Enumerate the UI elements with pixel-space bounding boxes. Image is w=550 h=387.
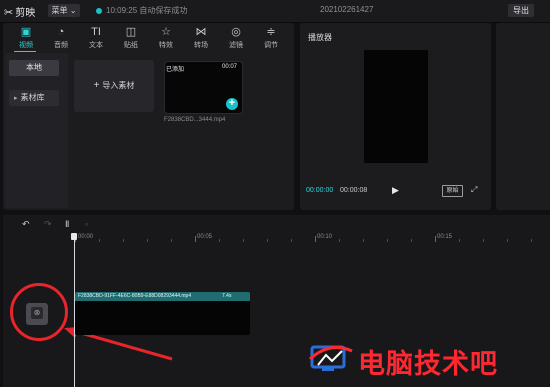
import-label: 导入素材: [102, 81, 135, 90]
tab-label: 贴纸: [124, 42, 138, 49]
import-media-button[interactable]: + 导入素材: [74, 60, 154, 112]
ruler-tick: [507, 239, 508, 242]
added-badge: 已添加: [166, 67, 185, 73]
tab-audio[interactable]: ◔ 音频: [46, 25, 76, 53]
tab-text[interactable]: TI 文本: [81, 25, 111, 53]
clip-label: F2838CBD-91FF-4E6C-80B9-E88D08293444.mp4: [78, 293, 192, 299]
transition-icon: ⋈: [195, 26, 207, 38]
ruler-tick: [531, 239, 532, 242]
ruler-tick: [195, 236, 196, 242]
tab-label: 转场: [194, 42, 208, 49]
ruler-tick: [483, 239, 484, 242]
clip-duration: 00:07: [222, 64, 238, 70]
tab-adjust[interactable]: ≑ 调节: [256, 25, 286, 53]
app-name: 剪映: [15, 8, 36, 19]
add-to-timeline-button[interactable]: +: [226, 98, 238, 110]
autosave-indicator-icon: [96, 8, 102, 14]
autosave-status: 10:09:25 自动保存成功: [96, 5, 187, 16]
tab-label: 音频: [54, 42, 68, 49]
sidebar-item-local[interactable]: 本地: [9, 60, 59, 76]
properties-panel: [496, 23, 550, 210]
media-tabs: ▣ 视频 ◔ 音频 TI 文本 ◫ 贴纸 ☆ 特效 ⋈ 转场 ◎ 滤镜 ≑ 调节: [3, 23, 294, 53]
redo-icon[interactable]: ↷: [44, 219, 52, 230]
ruler-tick: [147, 239, 148, 242]
tab-label: 视频: [19, 42, 33, 49]
ruler-tick: [219, 239, 220, 242]
timeline-video-clip[interactable]: F2838CBD-91FF-4E6C-80B9-E88D08293444.mp4…: [75, 292, 250, 335]
aspect-ratio-button[interactable]: 原始: [442, 185, 463, 197]
chevron-right-icon: ▸: [14, 95, 18, 102]
total-time: 00:00:08: [340, 187, 368, 194]
ruler-label: 00:15: [437, 234, 453, 240]
ruler-tick: [267, 239, 268, 242]
tab-video[interactable]: ▣ 视频: [11, 25, 41, 53]
chevron-down-icon: ⌄: [69, 6, 77, 15]
tab-label: 文本: [89, 42, 103, 49]
ruler-label: 00:05: [197, 234, 213, 240]
player-title: 播放器: [308, 33, 332, 42]
audio-icon: ◔: [57, 26, 65, 38]
ruler-tick: [387, 239, 388, 242]
sidebar-item-library[interactable]: ▸ 素材库: [9, 90, 59, 106]
delete-icon[interactable]: ▫: [85, 219, 88, 229]
video-preview[interactable]: [364, 50, 428, 163]
autosave-text: 10:09:25 自动保存成功: [106, 6, 188, 15]
media-sidebar: [5, 53, 68, 208]
ruler-tick: [339, 239, 340, 242]
active-tab-indicator: [14, 51, 36, 52]
current-time: 00:00:00: [306, 187, 334, 194]
ruler-tick: [243, 239, 244, 242]
clip-header: F2838CBD-91FF-4E6C-80B9-E88D08293444.mp4…: [75, 292, 250, 301]
ruler-tick: [99, 239, 100, 242]
app-logo: ✂ 剪映: [4, 4, 35, 19]
tab-label: 滤镜: [229, 42, 243, 49]
project-title: 202102261427: [320, 5, 374, 14]
tab-effects[interactable]: ☆ 特效: [151, 25, 181, 53]
capcut-logo-icon: ✂: [4, 7, 14, 19]
ruler-tick: [291, 239, 292, 242]
tab-label: 调节: [264, 42, 278, 49]
text-icon: TI: [91, 26, 101, 38]
plus-icon: +: [93, 80, 100, 91]
ruler-tick: [171, 239, 172, 242]
tab-sticker[interactable]: ◫ 贴纸: [116, 25, 146, 53]
ruler-tick: [411, 239, 412, 242]
clip-frames: [75, 301, 250, 335]
sticker-icon: ◫: [125, 26, 137, 38]
split-icon[interactable]: Ⅱ: [65, 219, 69, 230]
watermark-logo: [308, 345, 353, 371]
ruler-label: 00:00: [78, 234, 94, 240]
video-icon: ▣: [20, 26, 32, 38]
effects-icon: ☆: [161, 26, 171, 38]
title-bar: [0, 0, 550, 23]
ruler-label: 00:10: [317, 234, 333, 240]
clip-filename: F2838CBD...3444.mp4: [164, 117, 226, 123]
clip-length: 7.4s: [222, 293, 232, 299]
filter-icon: ◎: [231, 26, 241, 38]
sidebar-item-label: 素材库: [20, 93, 45, 102]
tab-filter[interactable]: ◎ 滤镜: [221, 25, 251, 53]
ruler-tick: [315, 236, 316, 242]
ruler-tick: [363, 239, 364, 242]
ruler-tick: [459, 239, 460, 242]
export-button[interactable]: 导出: [508, 4, 534, 17]
undo-icon[interactable]: ↶: [22, 219, 30, 230]
playhead-handle[interactable]: [71, 233, 77, 240]
menu-button-label: 菜单: [51, 6, 68, 15]
fullscreen-icon[interactable]: ⤢: [471, 185, 477, 195]
adjust-icon: ≑: [266, 26, 276, 38]
tab-label: 特效: [159, 42, 173, 49]
ruler-tick: [123, 239, 124, 242]
ruler-tick: [435, 236, 436, 242]
menu-button[interactable]: 菜单 ⌄: [48, 4, 80, 17]
play-icon[interactable]: ▶: [392, 185, 399, 196]
tab-transition[interactable]: ⋈ 转场: [186, 25, 216, 53]
watermark-text: 电脑技术吧: [358, 349, 498, 380]
